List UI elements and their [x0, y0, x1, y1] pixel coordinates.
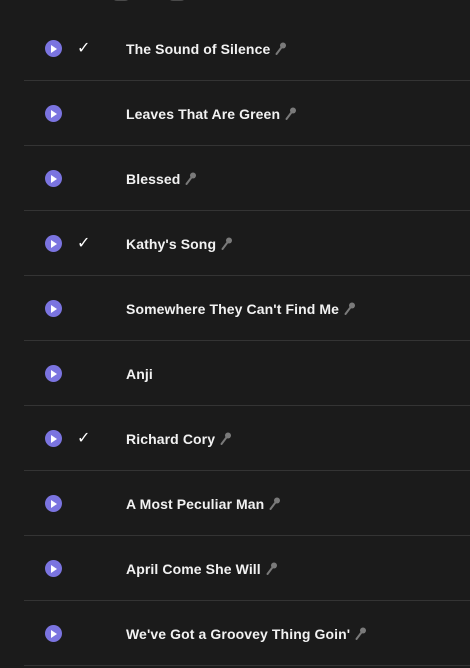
track-row[interactable]: April Come She Will — [24, 536, 470, 601]
track-row[interactable]: Leaves That Are Green — [24, 81, 470, 146]
microphone-icon — [275, 42, 287, 56]
microphone-icon — [269, 497, 281, 511]
play-icon[interactable] — [45, 300, 62, 317]
microphone-icon — [185, 172, 197, 186]
track-title[interactable]: We've Got a Groovey Thing Goin' — [126, 626, 350, 642]
track-list: ✓ The Sound of Silence Leaves That Are G… — [24, 16, 470, 666]
checkmark-icon: ✓ — [77, 233, 91, 252]
track-row[interactable]: ✓ Richard Cory — [24, 406, 470, 471]
microphone-icon — [344, 302, 356, 316]
track-row[interactable]: Somewhere They Can't Find Me — [24, 276, 470, 341]
track-title[interactable]: Blessed — [126, 171, 180, 187]
track-title[interactable]: Leaves That Are Green — [126, 106, 280, 122]
play-icon[interactable] — [45, 430, 62, 447]
track-title[interactable]: Anji — [126, 366, 153, 382]
microphone-icon — [220, 432, 232, 446]
track-title[interactable]: Richard Cory — [126, 431, 215, 447]
track-row[interactable]: Blessed — [24, 146, 470, 211]
header-stub — [112, 0, 186, 1]
track-row[interactable]: We've Got a Groovey Thing Goin' — [24, 601, 470, 666]
track-title[interactable]: Kathy's Song — [126, 236, 216, 252]
microphone-icon — [266, 562, 278, 576]
track-row[interactable]: A Most Peculiar Man — [24, 471, 470, 536]
play-icon[interactable] — [45, 560, 62, 577]
track-title[interactable]: The Sound of Silence — [126, 41, 270, 57]
play-icon[interactable] — [45, 170, 62, 187]
checkmark-icon: ✓ — [77, 38, 91, 57]
track-title[interactable]: A Most Peculiar Man — [126, 496, 264, 512]
microphone-icon — [355, 627, 367, 641]
play-icon[interactable] — [45, 235, 62, 252]
microphone-icon — [285, 107, 297, 121]
microphone-icon — [221, 237, 233, 251]
track-row[interactable]: ✓ Kathy's Song — [24, 211, 470, 276]
play-icon[interactable] — [45, 625, 62, 642]
play-icon[interactable] — [45, 495, 62, 512]
track-row[interactable]: Anji — [24, 341, 470, 406]
play-icon[interactable] — [45, 40, 62, 57]
play-icon[interactable] — [45, 365, 62, 382]
track-row[interactable]: ✓ The Sound of Silence — [24, 16, 470, 81]
checkmark-icon: ✓ — [77, 428, 91, 447]
track-title[interactable]: Somewhere They Can't Find Me — [126, 301, 339, 317]
play-icon[interactable] — [45, 105, 62, 122]
track-title[interactable]: April Come She Will — [126, 561, 261, 577]
